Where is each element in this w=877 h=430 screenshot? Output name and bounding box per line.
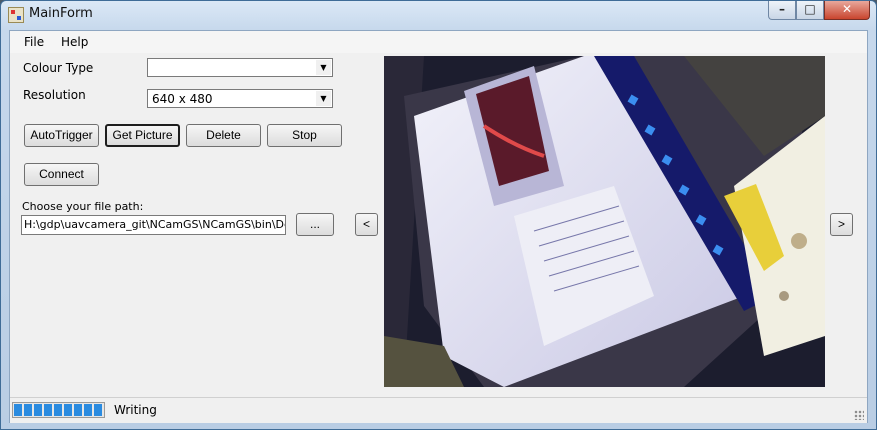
maximize-icon: □ bbox=[804, 2, 816, 16]
progress-fill bbox=[14, 404, 103, 416]
chevron-down-icon: ▼ bbox=[316, 60, 331, 75]
menu-help[interactable]: Help bbox=[61, 35, 88, 49]
connect-button[interactable]: Connect bbox=[24, 163, 99, 186]
file-path-value: H:\gdp\uavcamera_git\NCamGS\NCamGS\bin\D… bbox=[24, 218, 286, 231]
close-icon: ✕ bbox=[841, 2, 853, 16]
app-icon[interactable] bbox=[8, 7, 24, 23]
next-image-button[interactable]: > bbox=[830, 213, 853, 236]
minimize-icon: – bbox=[779, 2, 785, 16]
title-bar[interactable]: MainForm – □ ✕ bbox=[1, 1, 876, 29]
window-title: MainForm bbox=[29, 6, 93, 21]
resolution-dropdown[interactable]: 640 x 480 ▼ bbox=[147, 89, 333, 108]
progress-bar bbox=[12, 402, 105, 418]
resize-grip-icon[interactable] bbox=[854, 410, 864, 420]
close-button[interactable]: ✕ bbox=[824, 1, 870, 20]
colour-type-label: Colour Type bbox=[23, 61, 94, 75]
menu-bar: File Help bbox=[10, 31, 867, 53]
status-bar: Writing bbox=[10, 397, 867, 423]
maximize-button[interactable]: □ bbox=[796, 1, 824, 20]
chevron-down-icon: ▼ bbox=[316, 91, 331, 106]
get-picture-button[interactable]: Get Picture bbox=[105, 124, 180, 147]
previous-image-button[interactable]: < bbox=[355, 213, 378, 236]
client-area: File Help Colour Type ▼ Resolution 640 x… bbox=[9, 30, 868, 423]
camera-preview-image bbox=[384, 56, 825, 387]
camera-preview-photo bbox=[384, 56, 825, 387]
browse-button[interactable]: ... bbox=[296, 213, 334, 236]
file-path-input[interactable]: H:\gdp\uavcamera_git\NCamGS\NCamGS\bin\D… bbox=[21, 215, 286, 235]
resolution-label: Resolution bbox=[23, 88, 86, 102]
menu-file[interactable]: File bbox=[24, 35, 44, 49]
stop-button[interactable]: Stop bbox=[267, 124, 342, 147]
main-window: MainForm – □ ✕ File Help Colour Type ▼ R… bbox=[0, 0, 877, 430]
autotrigger-button[interactable]: AutoTrigger bbox=[24, 124, 99, 147]
status-text: Writing bbox=[114, 403, 157, 417]
minimize-button[interactable]: – bbox=[768, 1, 796, 20]
colour-type-dropdown[interactable]: ▼ bbox=[147, 58, 333, 77]
resolution-value: 640 x 480 bbox=[152, 92, 213, 106]
delete-button[interactable]: Delete bbox=[186, 124, 261, 147]
caption-buttons: – □ ✕ bbox=[768, 1, 870, 20]
file-path-label: Choose your file path: bbox=[22, 200, 144, 213]
